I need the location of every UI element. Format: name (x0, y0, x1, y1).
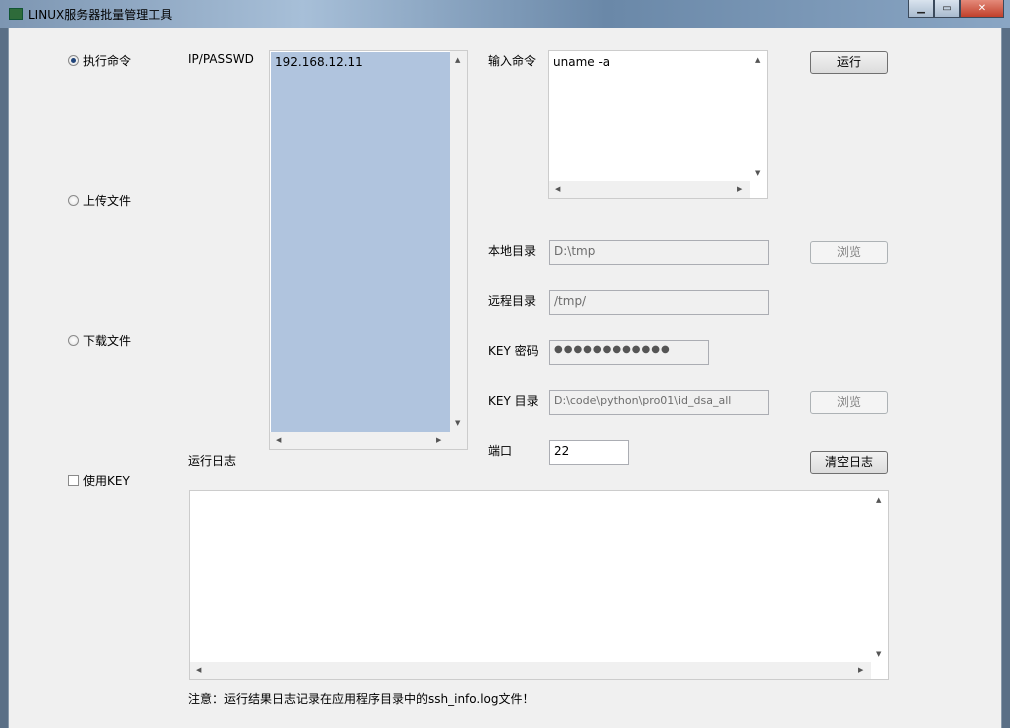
log-content (190, 491, 888, 499)
scroll-left-icon[interactable]: ◀ (276, 436, 281, 444)
port-label: 端口 (488, 444, 513, 458)
host-list-items: 192.168.12.11 (271, 52, 450, 432)
command-vscrollbar[interactable]: ▲ ▼ (750, 51, 767, 181)
minimize-icon[interactable]: ▁ (908, 0, 934, 18)
command-hscrollbar[interactable]: ◀ ▶ (549, 181, 750, 198)
scroll-up-icon[interactable]: ▲ (755, 56, 760, 64)
radio-label: 下载文件 (83, 334, 132, 348)
key-dir-field[interactable]: D:\code\python\pro01\id_dsa_all (549, 390, 769, 415)
scroll-right-icon[interactable]: ▶ (436, 436, 441, 444)
maximize-icon[interactable]: ▭ (934, 0, 960, 18)
log-label: 运行日志 (188, 454, 237, 468)
log-hscrollbar[interactable]: ◀ ▶ (190, 662, 871, 679)
scroll-down-icon[interactable]: ▼ (876, 650, 881, 658)
scroll-down-icon[interactable]: ▼ (455, 419, 460, 427)
port-field[interactable]: 22 (549, 440, 629, 465)
checkbox-indicator[interactable] (68, 475, 79, 486)
host-list[interactable]: 192.168.12.11 ▲ ▼ ◀ ▶ (269, 50, 468, 450)
window-controls: ▁ ▭ ✕ (908, 0, 1004, 19)
radio-indicator[interactable] (68, 335, 79, 346)
window-title: LINUX服务器批量管理工具 (28, 8, 173, 22)
log-vscrollbar[interactable]: ▲ ▼ (871, 491, 888, 662)
clear-log-button[interactable]: 清空日志 (810, 451, 888, 474)
local-dir-field[interactable]: D:\tmp (549, 240, 769, 265)
scroll-up-icon[interactable]: ▲ (455, 56, 460, 64)
key-dir-label: KEY 目录 (488, 394, 539, 408)
radio-execute-command[interactable]: 执行命令 (68, 52, 131, 69)
key-password-label: KEY 密码 (488, 344, 539, 358)
local-dir-browse-button[interactable]: 浏览 (810, 241, 888, 264)
radio-label: 执行命令 (83, 54, 132, 68)
key-dir-browse-button[interactable]: 浏览 (810, 391, 888, 414)
log-file-note: 注意：运行结果日志记录在应用程序目录中的ssh_info.log文件！ (188, 692, 535, 706)
radio-download-file[interactable]: 下载文件 (68, 332, 131, 349)
hosts-label: IP/PASSWD (188, 52, 254, 66)
command-label: 输入命令 (488, 54, 537, 68)
scroll-down-icon[interactable]: ▼ (755, 169, 760, 177)
main-window: 执行命令 上传文件 下载文件 使用KEY IP/PASSWD 192.168.1… (8, 28, 1002, 728)
radio-label: 上传文件 (83, 194, 132, 208)
log-textarea[interactable]: ▲ ▼ ◀ ▶ (189, 490, 889, 680)
close-icon[interactable]: ✕ (960, 0, 1004, 18)
scroll-left-icon[interactable]: ◀ (196, 666, 201, 674)
run-button[interactable]: 运行 (810, 51, 888, 74)
remote-dir-label: 远程目录 (488, 294, 537, 308)
host-list-vscrollbar[interactable]: ▲ ▼ (450, 51, 467, 432)
local-dir-label: 本地目录 (488, 244, 537, 258)
scroll-up-icon[interactable]: ▲ (876, 496, 881, 504)
radio-upload-file[interactable]: 上传文件 (68, 192, 131, 209)
use-key-checkbox[interactable]: 使用KEY (68, 472, 130, 489)
scroll-left-icon[interactable]: ◀ (555, 185, 560, 193)
title-bar[interactable]: LINUX服务器批量管理工具 ▁ ▭ ✕ (0, 0, 1010, 28)
host-list-item[interactable]: 192.168.12.11 (271, 52, 450, 72)
app-icon (9, 8, 23, 20)
radio-indicator[interactable] (68, 55, 79, 66)
command-textarea[interactable]: uname -a ▲ ▼ ◀ ▶ (548, 50, 768, 199)
key-password-field[interactable]: ●●●●●●●●●●●● (549, 340, 709, 365)
host-list-hscrollbar[interactable]: ◀ ▶ (270, 432, 467, 449)
scroll-right-icon[interactable]: ▶ (858, 666, 863, 674)
command-text: uname -a (553, 55, 611, 69)
radio-indicator[interactable] (68, 195, 79, 206)
scroll-right-icon[interactable]: ▶ (737, 185, 742, 193)
remote-dir-field[interactable]: /tmp/ (549, 290, 769, 315)
checkbox-label: 使用KEY (83, 474, 130, 488)
